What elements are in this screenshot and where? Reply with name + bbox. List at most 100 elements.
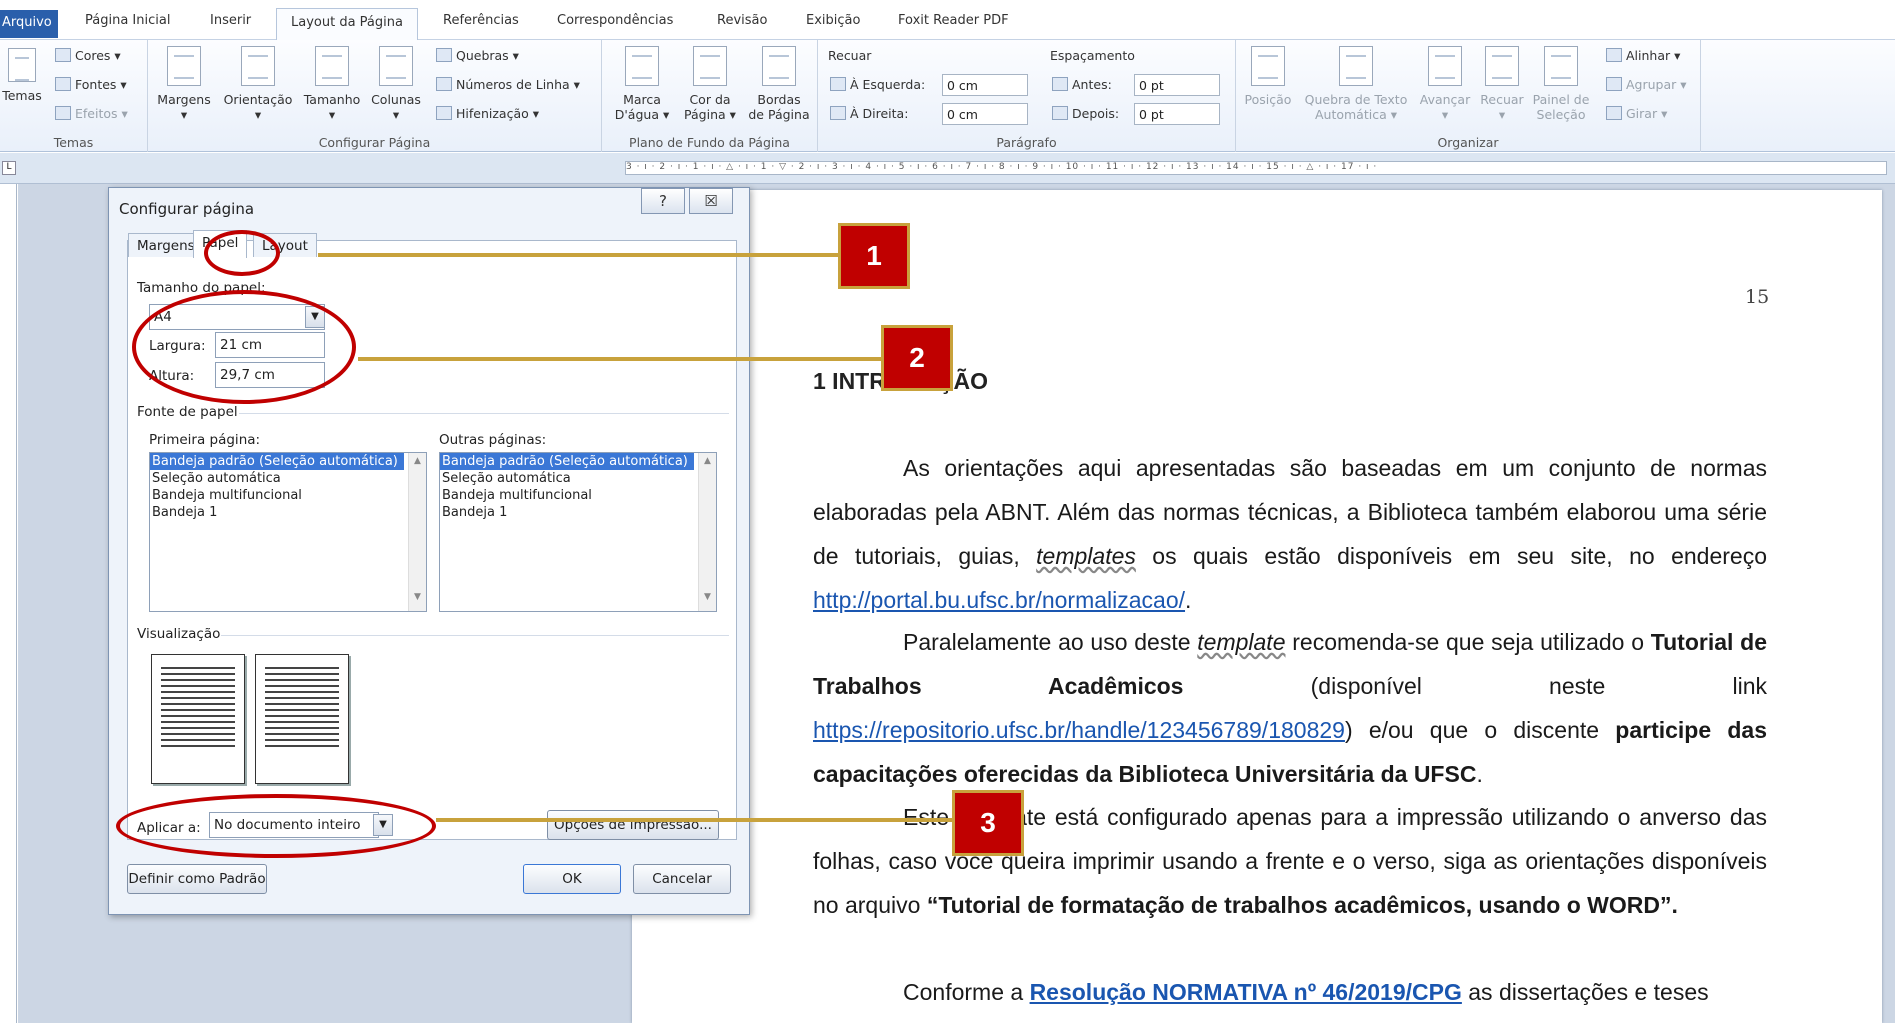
section-divider [221, 635, 729, 636]
ok-button[interactable]: OK [523, 864, 621, 894]
ribbon-tab-bar: Arquivo Página Inicial Inserir Layout da… [0, 0, 1895, 41]
list-item[interactable]: Bandeja padrão (Seleção automática) [150, 453, 404, 470]
group-icon [1606, 77, 1622, 91]
fontes-button[interactable]: Fontes ▾ [55, 77, 127, 92]
indent-right-icon [830, 106, 846, 120]
list-item[interactable]: Bandeja multifuncional [440, 487, 716, 504]
annotation-line-3 [436, 818, 952, 822]
outras-paginas-list[interactable]: Bandeja padrão (Seleção automática) Sele… [439, 452, 717, 612]
scrollbar[interactable]: ▲ ▼ [698, 453, 716, 611]
section-divider [239, 413, 729, 414]
tab-revisao[interactable]: Revisão [717, 13, 767, 28]
tab-referencias[interactable]: Referências [443, 13, 519, 28]
callout-1: 1 [838, 223, 910, 289]
rotate-icon [1606, 106, 1622, 120]
cor-da-pagina-button[interactable]: Cor da Página ▾ [678, 46, 742, 122]
space-before-icon [1052, 77, 1068, 91]
orientation-icon [241, 46, 275, 86]
marca-dagua-button[interactable]: Marca D'água ▾ [610, 46, 674, 122]
opcoes-impressao-button[interactable]: Opções de impressão... [547, 810, 719, 840]
page-color-icon [693, 46, 727, 86]
primeira-pagina-label: Primeira página: [149, 432, 261, 448]
espacamento-label: Espaçamento [1050, 48, 1135, 63]
espaco-antes-input[interactable]: 0 pt [1134, 74, 1220, 96]
page-number: 15 [1745, 286, 1770, 308]
vertical-ruler[interactable] [0, 184, 17, 1023]
list-item[interactable]: Seleção automática [150, 470, 426, 487]
help-button[interactable]: ? [641, 188, 685, 214]
bring-forward-icon [1428, 46, 1462, 86]
group-configurar-pagina: Margens ▾ Orientação ▾ Tamanho ▾ Colunas ▾ Q… [148, 40, 602, 152]
size-icon [315, 46, 349, 86]
efeitos-button[interactable]: Efeitos ▾ [55, 106, 128, 121]
list-item[interactable]: Bandeja multifuncional [150, 487, 426, 504]
align-icon [1606, 48, 1622, 62]
list-item[interactable]: Bandeja padrão (Seleção automática) [440, 453, 694, 470]
outras-paginas-label: Outras páginas: [439, 432, 547, 448]
colors-icon [55, 48, 71, 62]
recuo-direita-input[interactable]: 0 cm [942, 103, 1028, 125]
themes-icon [8, 48, 36, 82]
link-normalizacao[interactable]: http://portal.bu.ufsc.br/normalizacao/ [813, 587, 1185, 613]
visualizacao-label: Visualização [137, 626, 221, 642]
paragraph-4[interactable]: Conforme a Resolução NORMATIVA nº 46/201… [813, 970, 1767, 1014]
posicao-button[interactable]: Posição [1240, 46, 1296, 107]
tab-exibicao[interactable]: Exibição [806, 13, 860, 28]
tab-pagina-inicial[interactable]: Página Inicial [85, 13, 170, 28]
list-item[interactable]: Bandeja 1 [150, 504, 426, 521]
recuo-esquerda-input[interactable]: 0 cm [942, 74, 1028, 96]
paragraph-1[interactable]: As orientações aqui apresentadas são bas… [813, 446, 1767, 622]
quebra-de-texto-button[interactable]: Quebra de Texto Automática ▾ [1298, 46, 1414, 122]
espaco-depois-label: Depois: [1052, 106, 1119, 121]
temas-button[interactable]: Temas [2, 48, 42, 103]
tamanho-button[interactable]: Tamanho ▾ [300, 46, 364, 122]
horizontal-ruler[interactable]: L 3 · ı · 2 · ı · 1 · ı · △ · ı · 1 · ▽ … [0, 153, 1895, 184]
hifenizacao-button[interactable]: Hifenização ▾ [436, 106, 539, 121]
recuar-organizar-button[interactable]: Recuar ▾ [1476, 46, 1528, 122]
paragraph-2[interactable]: Paralelamente ao uso deste template reco… [813, 620, 1767, 796]
group-plano-de-fundo: Marca D'água ▾ Cor da Página ▾ Bordas de Pá… [602, 40, 818, 152]
list-item[interactable]: Bandeja 1 [440, 504, 716, 521]
quebras-button[interactable]: Quebras ▾ [436, 48, 519, 63]
link-repositorio[interactable]: https://repositorio.ufsc.br/handle/12345… [813, 717, 1345, 743]
link-resolucao[interactable]: Resolução NORMATIVA nº 46/2019/CPG [1030, 979, 1462, 1005]
ruler-strip[interactable]: 3 · ı · 2 · ı · 1 · ı · △ · ı · 1 · ▽ · … [625, 161, 1887, 175]
cancel-button[interactable]: Cancelar [633, 864, 731, 894]
group-temas: Temas Cores ▾ Fontes ▾ Efeitos ▾ Temas [0, 40, 148, 152]
tab-selector-icon[interactable]: L [2, 161, 16, 175]
alinhar-button[interactable]: Alinhar ▾ [1606, 48, 1680, 63]
tab-arquivo[interactable]: Arquivo [0, 10, 58, 38]
space-after-icon [1052, 106, 1068, 120]
primeira-pagina-list[interactable]: Bandeja padrão (Seleção automática) Sele… [149, 452, 427, 612]
fonts-icon [55, 77, 71, 91]
selection-pane-icon [1544, 46, 1578, 86]
agrupar-button[interactable]: Agrupar ▾ [1606, 77, 1687, 92]
group-label-configurar: Configurar Página [318, 135, 431, 150]
tab-inserir[interactable]: Inserir [210, 13, 251, 28]
annotation-oval-2 [132, 290, 356, 404]
definir-padrao-button[interactable]: Definir como Padrão [127, 864, 267, 894]
effects-icon [55, 106, 71, 120]
hyphenation-icon [436, 106, 452, 120]
espaco-depois-input[interactable]: 0 pt [1134, 103, 1220, 125]
recuo-direita-label: À Direita: [830, 106, 908, 121]
text-wrap-icon [1339, 46, 1373, 86]
tab-correspondencias[interactable]: Correspondências [557, 13, 673, 28]
colunas-button[interactable]: Colunas ▾ [368, 46, 424, 122]
group-paragrafo: Recuar À Esquerda: 0 cm À Direita: 0 cm … [818, 40, 1236, 152]
margens-button[interactable]: Margens ▾ [152, 46, 216, 122]
cores-button[interactable]: Cores ▾ [55, 48, 121, 63]
list-item[interactable]: Seleção automática [440, 470, 716, 487]
painel-de-selecao-button[interactable]: Painel de Seleção [1530, 46, 1592, 122]
avancar-button[interactable]: Avançar ▾ [1416, 46, 1474, 122]
close-button[interactable]: ☒ [689, 188, 733, 214]
breaks-icon [436, 48, 452, 62]
scrollbar[interactable]: ▲ ▼ [408, 453, 426, 611]
girar-button[interactable]: Girar ▾ [1606, 106, 1667, 121]
orientacao-button[interactable]: Orientação ▾ [220, 46, 296, 122]
bordas-de-pagina-button[interactable]: Bordas de Página [746, 46, 812, 122]
tab-layout-da-pagina[interactable]: Layout da Página [276, 8, 418, 41]
numeros-de-linha-button[interactable]: Números de Linha ▾ [436, 77, 580, 92]
tab-foxit[interactable]: Foxit Reader PDF [898, 13, 1009, 28]
annotation-line-2 [358, 357, 882, 361]
